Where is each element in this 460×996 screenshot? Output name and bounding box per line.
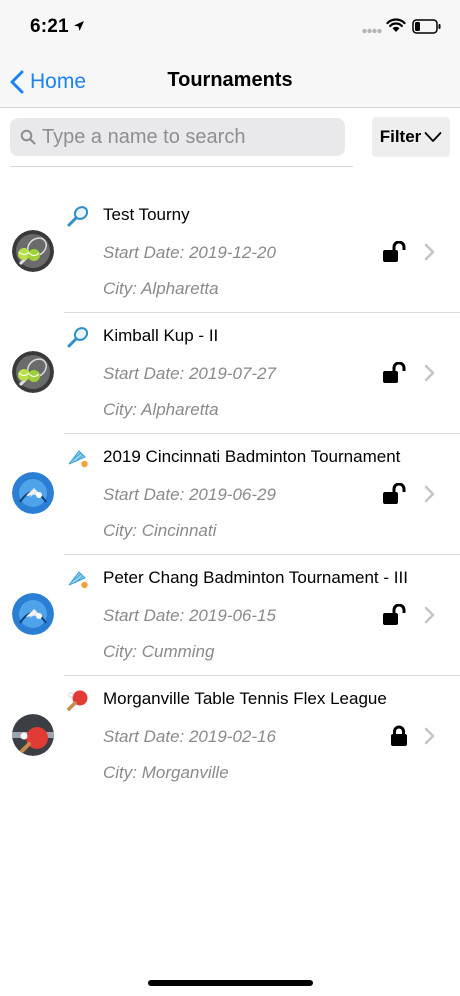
tournament-start-date: Start Date: 2019-06-15 <box>103 606 276 625</box>
tournament-row[interactable]: Peter Chang Badminton Tournament - III S… <box>0 555 460 676</box>
home-indicator <box>148 980 313 986</box>
chevron-right-icon <box>424 606 435 624</box>
tournament-name: Peter Chang Badminton Tournament - III <box>103 568 408 587</box>
cellular-signal-icon <box>362 28 382 34</box>
tournament-start-date: Start Date: 2019-06-29 <box>103 485 276 504</box>
search-icon <box>20 129 36 145</box>
search-input[interactable] <box>42 118 337 156</box>
locked-icon <box>391 725 407 746</box>
tennis-racket-icon <box>67 206 89 227</box>
tournament-name: 2019 Cincinnati Badminton Tournament <box>103 447 401 466</box>
tennis-avatar <box>12 230 54 272</box>
tournament-row[interactable]: 2019 Cincinnati Badminton Tournament Sta… <box>0 434 460 555</box>
filter-button[interactable]: Filter <box>372 117 450 157</box>
tournament-row[interactable]: Test Tourny Start Date: 2019-12-20 City:… <box>0 192 460 313</box>
wifi-icon <box>386 18 406 32</box>
ping-pong-paddle-icon <box>67 690 88 711</box>
search-box[interactable] <box>10 118 345 156</box>
chevron-right-icon <box>424 243 435 261</box>
unlocked-icon <box>383 604 406 625</box>
chevron-right-icon <box>424 485 435 503</box>
tournament-name: Test Tourny <box>103 205 190 224</box>
shuttlecock-icon <box>68 571 88 589</box>
search-divider <box>10 166 353 167</box>
unlocked-icon <box>383 241 406 262</box>
badminton-avatar <box>12 593 54 635</box>
tournament-row[interactable]: Kimball Kup - II Start Date: 2019-07-27 … <box>0 313 460 434</box>
tennis-avatar <box>12 351 54 393</box>
tournament-start-date: Start Date: 2019-02-16 <box>103 727 276 746</box>
tournament-city: City: Cincinnati <box>103 521 217 540</box>
chevron-down-icon <box>424 132 442 142</box>
search-row: Filter <box>0 108 460 167</box>
page-title: Tournaments <box>167 69 293 91</box>
tennis-racket-icon <box>67 327 89 348</box>
filter-label: Filter <box>379 127 422 146</box>
status-time: 6:21 <box>30 16 69 37</box>
unlocked-icon <box>383 362 406 383</box>
tournament-city: City: Morganville <box>103 763 229 782</box>
chevron-right-icon <box>424 364 435 382</box>
badminton-avatar <box>12 472 54 514</box>
chevron-right-icon <box>424 727 435 745</box>
tournament-name: Morganville Table Tennis Flex League <box>103 689 387 708</box>
navigation-bar: Home Tournaments <box>0 56 460 108</box>
status-bar: 6:21 <box>0 0 460 56</box>
unlocked-icon <box>383 483 406 504</box>
shuttlecock-icon <box>68 450 88 468</box>
tournament-city: City: Alpharetta <box>103 279 219 298</box>
battery-icon <box>412 19 441 34</box>
tournament-row[interactable]: Morganville Table Tennis Flex League Sta… <box>0 676 460 797</box>
table-tennis-avatar <box>12 714 54 756</box>
tournament-city: City: Cumming <box>103 642 215 661</box>
tournament-start-date: Start Date: 2019-07-27 <box>103 364 276 383</box>
tournament-list: Test Tourny Start Date: 2019-12-20 City:… <box>0 192 460 797</box>
tournament-city: City: Alpharetta <box>103 400 219 419</box>
tournament-name: Kimball Kup - II <box>103 326 219 345</box>
location-arrow-icon <box>74 21 84 31</box>
tournament-start-date: Start Date: 2019-12-20 <box>103 243 276 262</box>
